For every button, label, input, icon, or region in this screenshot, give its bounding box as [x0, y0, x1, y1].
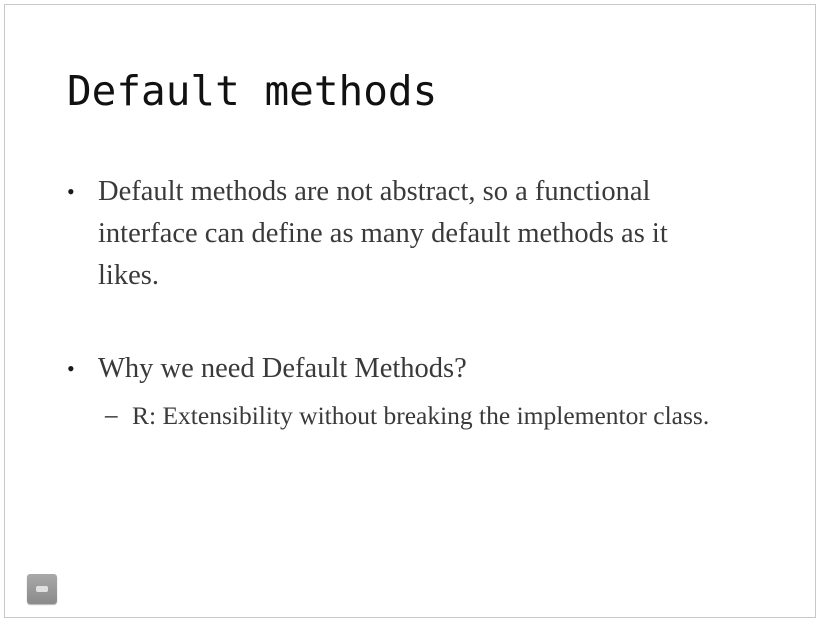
bullet-text: Default methods are not abstract, so a f… — [98, 176, 668, 291]
slide-icon[interactable] — [27, 574, 57, 604]
sub-bullet-marker: – — [105, 402, 118, 429]
sub-bullet-text: R: Extensibility without breaking the im… — [132, 401, 710, 430]
slide-title: Default methods — [67, 67, 438, 115]
slide: Default methods • Default methods are no… — [4, 4, 816, 618]
bullet-marker: • — [67, 356, 75, 381]
bullet-marker: • — [67, 179, 75, 204]
bullet-text: Why we need Default Methods? — [98, 353, 467, 384]
